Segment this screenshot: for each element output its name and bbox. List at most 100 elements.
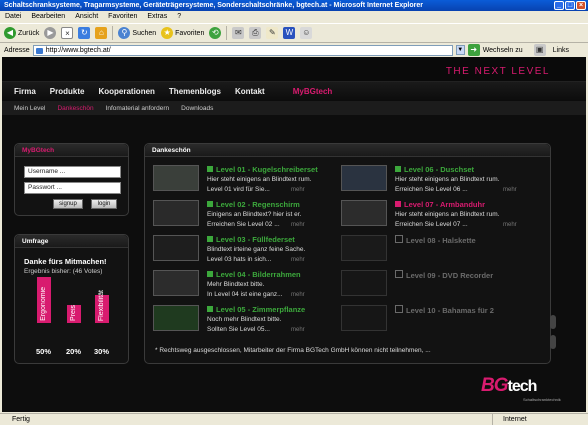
nav-kontakt[interactable]: Kontakt (235, 87, 265, 96)
reward-item[interactable]: Level 05 - Zimmerpflanze Noch mehr Blindt… (153, 305, 337, 337)
menu-favoriten[interactable]: Favoriten (108, 11, 137, 23)
edit-icon[interactable]: ✎ (266, 27, 279, 39)
address-label: Adresse (4, 46, 30, 54)
favorites-button[interactable]: ★ Favoriten (161, 25, 204, 41)
nav-themenblogs[interactable]: Themenblogs (169, 87, 221, 96)
reward-title[interactable]: Level 05 - Zimmerpflanze (207, 305, 305, 314)
sub-nav: Mein Level Dankeschön Infomaterial anfor… (2, 101, 586, 115)
subnav-infomaterial[interactable]: Infomaterial anfordern (106, 105, 170, 112)
nav-kooperationen[interactable]: Kooperationen (98, 87, 154, 96)
forward-arrow-icon: ▶ (44, 27, 57, 39)
poll-percent: 30% (94, 347, 110, 356)
star-icon: ★ (161, 27, 174, 39)
more-link[interactable]: mehr (291, 292, 305, 298)
reward-thumbnail (153, 305, 199, 331)
more-link[interactable]: mehr (503, 222, 517, 228)
go-button[interactable]: Wechseln zu (483, 47, 523, 54)
menu-extras[interactable]: Extras (147, 11, 167, 23)
reward-title[interactable]: Level 10 - Bahamas für 2 (395, 305, 494, 315)
reward-item[interactable]: Level 07 - Armbanduhr Hier steht einigens… (341, 200, 541, 232)
reward-item[interactable]: Level 03 - Füllfederset Blindtext irteine… (153, 235, 337, 267)
more-link[interactable]: mehr (291, 257, 305, 263)
search-button[interactable]: ⚲ Suchen (118, 25, 156, 41)
history-icon[interactable]: ⟲ (209, 27, 222, 39)
poll-box: Umfrage Danke fürs Mitmachen! Ergebnis b… (14, 234, 129, 364)
reward-description: Sollten Sie Level 05... (207, 326, 270, 333)
print-icon[interactable]: ⎙ (249, 27, 262, 39)
password-field[interactable]: Passwort ... (24, 182, 121, 194)
subnav-mein-level[interactable]: Mein Level (14, 105, 45, 112)
reward-title[interactable]: Level 08 - Halskette (395, 235, 476, 245)
signup-button[interactable]: signup (53, 199, 83, 209)
search-icon: ⚲ (118, 27, 131, 39)
maximize-button[interactable]: □ (565, 1, 575, 10)
login-box: MyBGtech Username ... Passwort ... signu… (14, 143, 129, 216)
more-link[interactable]: mehr (503, 187, 517, 193)
reward-item[interactable]: Level 04 - Bilderrahmen Mehr Blindtext bi… (153, 270, 337, 302)
reward-item[interactable]: Level 10 - Bahamas für 2 (341, 305, 541, 337)
back-arrow-icon: ◀ (4, 27, 16, 39)
forward-button[interactable]: ▶ (44, 25, 57, 41)
links-label[interactable]: Links (553, 47, 569, 54)
stop-icon[interactable]: × (61, 27, 74, 39)
scroll-handle[interactable] (550, 335, 556, 349)
reward-description: Hier steht einigens an Blindtext rum. (395, 211, 500, 218)
word-icon[interactable]: W (283, 27, 296, 39)
reward-title[interactable]: Level 01 - Kugelschreiberset (207, 165, 318, 174)
refresh-icon[interactable]: ↻ (78, 27, 91, 39)
menu-bearbeiten[interactable]: Bearbeiten (31, 11, 65, 23)
reward-title[interactable]: Level 07 - Armbanduhr (395, 200, 485, 209)
poll-percent: 20% (66, 347, 82, 356)
messenger-icon[interactable]: ☺ (300, 27, 313, 39)
reward-title[interactable]: Level 09 - DVD Recorder (395, 270, 493, 280)
back-button[interactable]: ◀ Zurück (4, 25, 39, 41)
nav-firma[interactable]: Firma (14, 87, 36, 96)
reward-item[interactable]: Level 08 - Halskette (341, 235, 541, 267)
close-button[interactable]: × (576, 1, 586, 10)
reward-title[interactable]: Level 03 - Füllfederset (207, 235, 295, 244)
home-icon[interactable]: ⌂ (95, 27, 108, 39)
bgtech-logo: BGtech (481, 375, 537, 397)
address-input[interactable]: http://www.bgtech.at/ (32, 44, 453, 56)
reward-title[interactable]: Level 04 - Bilderrahmen (207, 270, 301, 279)
reward-description: Level 01 vird für Sie... (207, 186, 270, 193)
menu-datei[interactable]: Datei (5, 11, 21, 23)
zone-label: Internet (492, 414, 527, 425)
mail-icon[interactable]: ✉ (232, 27, 245, 39)
login-button[interactable]: login (91, 199, 117, 209)
minimize-button[interactable]: _ (554, 1, 564, 10)
reward-description: Einigens an Blindtext? hier ist er. (207, 211, 302, 218)
back-label: Zurück (18, 29, 40, 37)
reward-thumbnail (153, 165, 199, 191)
poll-result: Ergebnis bisher: (46 Votes) (24, 268, 103, 275)
reward-title[interactable]: Level 02 - Regenschirm (207, 200, 300, 209)
menu-bar: Datei Bearbeiten Ansicht Favoriten Extra… (0, 11, 588, 23)
reward-item[interactable]: Level 06 - Duschset Hier steht einigens a… (341, 165, 541, 197)
username-field[interactable]: Username ... (24, 166, 121, 178)
more-link[interactable]: mehr (291, 187, 305, 193)
reward-item[interactable]: Level 02 - Regenschirm Einigens an Blindt… (153, 200, 337, 232)
subnav-dankeschoen[interactable]: Dankeschön (57, 105, 93, 112)
thanks-heading: Dankeschön (145, 144, 550, 157)
menu-ansicht[interactable]: Ansicht (75, 11, 98, 23)
reward-description: Blindtext irteine ganz feine Sache. (207, 246, 306, 253)
nav-produkte[interactable]: Produkte (50, 87, 85, 96)
menu-help[interactable]: ? (177, 11, 181, 23)
reward-title[interactable]: Level 06 - Duschset (395, 165, 474, 174)
reward-description: Level 03 hats in sich... (207, 256, 272, 263)
reward-description: Erreichen Sie Level 02 ... (207, 221, 280, 228)
subnav-downloads[interactable]: Downloads (181, 105, 213, 112)
go-arrow-icon[interactable]: ➜ (467, 44, 480, 56)
more-link[interactable]: mehr (291, 327, 305, 333)
reward-thumbnail (153, 270, 199, 296)
extension-icon[interactable]: ▣ (533, 44, 546, 56)
reward-thumbnail (341, 200, 387, 226)
scroll-handle[interactable] (550, 315, 556, 329)
chevron-down-icon[interactable]: ▼ (455, 45, 465, 55)
nav-mybgtech[interactable]: MyBGtech (293, 87, 333, 96)
reward-item[interactable]: Level 09 - DVD Recorder (341, 270, 541, 302)
reward-thumbnail (341, 165, 387, 191)
more-link[interactable]: mehr (291, 222, 305, 228)
poll-percent: 50% (36, 347, 52, 356)
reward-item[interactable]: Level 01 - Kugelschreiberset Hier steht e… (153, 165, 337, 197)
